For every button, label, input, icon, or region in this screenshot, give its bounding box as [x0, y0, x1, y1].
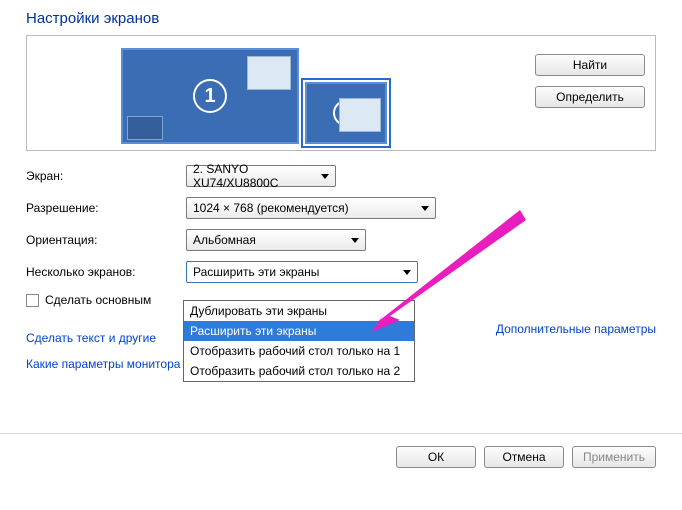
- page-title: Настройки экранов: [26, 10, 656, 27]
- screen-value: 2. SANYO XU74/XU8800C: [193, 162, 313, 190]
- screen-select[interactable]: 2. SANYO XU74/XU8800C: [186, 165, 336, 187]
- multiple-displays-dropdown: Дублировать эти экраныРасширить эти экра…: [183, 300, 415, 382]
- make-main-checkbox[interactable]: [26, 294, 39, 307]
- detect-button[interactable]: Определить: [535, 86, 645, 108]
- monitor-number: 1: [193, 79, 227, 113]
- orientation-select[interactable]: Альбомная: [186, 229, 366, 251]
- multiple-displays-value: Расширить эти экраны: [193, 265, 319, 279]
- dropdown-option[interactable]: Расширить эти экраны: [184, 321, 414, 341]
- resolution-label: Разрешение:: [26, 201, 176, 215]
- text-size-link[interactable]: Сделать текст и другие: [26, 331, 156, 345]
- orientation-value: Альбомная: [193, 233, 256, 247]
- monitor-1[interactable]: 1: [121, 48, 299, 144]
- multiple-displays-label: Несколько экранов:: [26, 265, 176, 279]
- cancel-button[interactable]: Отмена: [484, 446, 564, 468]
- screen-label: Экран:: [26, 169, 176, 183]
- monitor-preview-area: 1 2 Найти Определить: [26, 35, 656, 151]
- make-main-label: Сделать основным: [45, 293, 151, 307]
- multiple-displays-select[interactable]: Расширить эти экраны: [186, 261, 418, 283]
- dropdown-option[interactable]: Отобразить рабочий стол только на 2: [184, 361, 414, 381]
- dialog-footer: ОК Отмена Применить: [0, 433, 682, 468]
- resolution-select[interactable]: 1024 × 768 (рекомендуется): [186, 197, 436, 219]
- advanced-settings-link[interactable]: Дополнительные параметры: [496, 322, 656, 336]
- orientation-label: Ориентация:: [26, 233, 176, 247]
- dropdown-option[interactable]: Дублировать эти экраны: [184, 301, 414, 321]
- ok-button[interactable]: ОК: [396, 446, 476, 468]
- preview-window-icon: [339, 98, 381, 132]
- monitor-2[interactable]: 2: [305, 82, 387, 144]
- dropdown-option[interactable]: Отобразить рабочий стол только на 1: [184, 341, 414, 361]
- find-button[interactable]: Найти: [535, 54, 645, 76]
- preview-taskbar-icon: [127, 116, 163, 140]
- preview-window-icon: [247, 56, 291, 90]
- apply-button[interactable]: Применить: [572, 446, 656, 468]
- resolution-value: 1024 × 768 (рекомендуется): [193, 201, 349, 215]
